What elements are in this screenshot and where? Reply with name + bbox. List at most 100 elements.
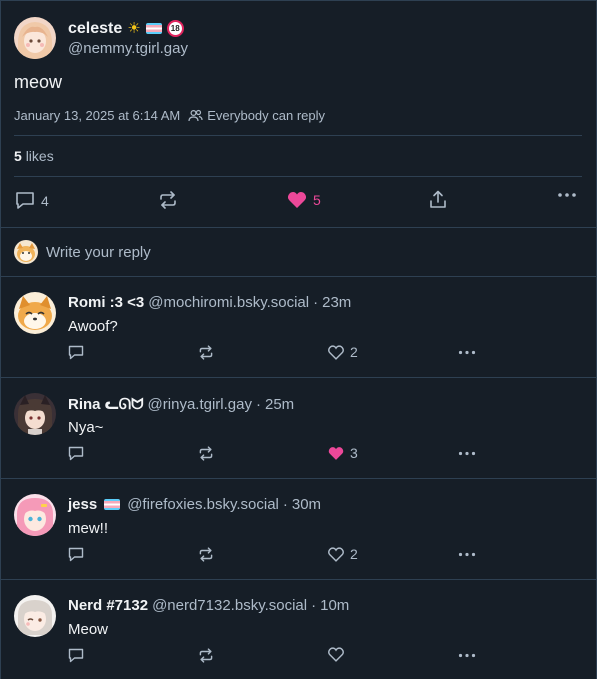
separator-dot: · [255,395,261,413]
reply-time[interactable]: 10m [320,597,349,614]
reply-post[interactable]: Rina ᓚᘏᗢ @rinya.tgirl.gay · 25m Nya~ 3 [0,378,597,479]
reply-post[interactable]: jess @firefoxies.bsky.social · 30m mew!!… [0,479,597,580]
reply-time[interactable]: 23m [322,294,351,311]
repost-button[interactable] [198,547,214,562]
ellipsis-icon [458,350,476,355]
more-options-button[interactable] [557,192,577,198]
reply-display-name[interactable]: Rina ᓚᘏᗢ [68,395,144,413]
reply-display-name[interactable]: jess [68,496,97,513]
post-timestamp: January 13, 2025 at 6:14 AM [14,108,181,123]
repost-button[interactable] [198,648,214,663]
reply-text: mew!! [68,520,109,537]
author-name-text: celeste [68,19,123,37]
sun-emoji-icon: ☀ [127,20,141,37]
people-icon [188,109,203,122]
like-button[interactable] [328,647,350,662]
reply-composer[interactable]: Write your reply [14,240,151,264]
reply-icon [68,446,84,461]
reply-post[interactable]: Nerd #7132 @nerd7132.bsky.social · 10m M… [0,580,597,679]
repost-button[interactable] [158,191,184,209]
reply-avatar[interactable] [14,494,56,536]
reply-actions [0,647,597,665]
like-count: 5 [313,192,321,208]
reply-count: 4 [41,192,49,209]
separator-dot: · [313,294,319,311]
like-count: 3 [350,445,358,461]
more-options-button[interactable] [458,451,476,456]
reply-icon [16,192,34,209]
likes-label: likes [25,148,54,164]
heart-outline-icon [328,344,344,360]
heart-filled-icon [328,446,344,460]
more-options-button[interactable] [458,350,476,355]
reply-display-name[interactable]: Nerd #7132 [68,597,148,614]
reply-display-name[interactable]: Romi :3 <3 [68,294,144,311]
reply-actions: 3 [0,445,597,463]
reply-icon [68,547,84,562]
reply-post[interactable]: Romi :3 <3 @mochiromi.bsky.social · 23m … [0,277,597,378]
repost-icon [199,648,213,663]
author-handle[interactable]: @nemmy.tgirl.gay [68,39,188,58]
no-under-18-icon: 18 [166,20,184,37]
reply-handle[interactable]: @nerd7132.bsky.social [152,597,307,614]
separator-dot: · [282,496,288,513]
likes-summary[interactable]: 5 likes [14,148,54,164]
heart-outline-icon [328,546,344,562]
repost-button[interactable] [198,345,214,360]
likes-count: 5 [14,148,22,164]
ellipsis-icon [458,451,476,456]
like-count: 2 [350,344,358,360]
ellipsis-icon [458,552,476,557]
post-actions: 4 5 [0,190,597,212]
like-button[interactable]: 5 [287,191,321,209]
reply-placeholder: Write your reply [46,243,151,261]
more-options-button[interactable] [458,552,476,557]
reply-text: Nya~ [68,419,104,436]
reply-header: Romi :3 <3 @mochiromi.bsky.social · 23m [68,294,351,311]
heart-filled-icon [287,192,307,208]
repost-button[interactable] [198,446,214,461]
reply-setting-label: Everybody can reply [207,108,326,123]
divider [0,227,597,228]
reply-setting: Everybody can reply [188,108,325,123]
trans-flag-icon [104,499,121,510]
reply-actions: 2 [0,344,597,362]
author-avatar[interactable] [14,17,56,59]
trans-flag-icon [145,23,162,34]
reply-button[interactable] [68,547,84,562]
reply-header: jess @firefoxies.bsky.social · 30m [68,496,321,513]
reply-icon [68,345,84,360]
reply-text: Awoof? [68,318,118,335]
reply-button[interactable] [68,345,84,360]
post-text: meow [14,72,63,92]
reply-time[interactable]: 25m [265,396,294,413]
reply-handle[interactable]: @mochiromi.bsky.social [148,294,309,311]
reply-avatar[interactable] [14,595,56,637]
like-button[interactable]: 3 [328,445,358,461]
reply-button[interactable] [68,446,84,461]
post-meta: January 13, 2025 at 6:14 AM Everybody ca… [14,108,325,123]
reply-time[interactable]: 30m [292,496,321,513]
like-button[interactable]: 2 [328,344,358,360]
reply-button[interactable] [68,648,84,663]
ellipsis-icon [558,193,576,197]
repost-icon [160,191,176,209]
reply-button[interactable]: 4 [15,191,49,210]
divider [14,135,582,136]
reply-avatar[interactable] [14,292,56,334]
share-button[interactable] [429,190,447,209]
more-options-button[interactable] [458,653,476,658]
author-display-name[interactable]: celeste ☀ 18 [68,19,188,39]
reply-handle[interactable]: @firefoxies.bsky.social [127,496,279,513]
reply-header: Nerd #7132 @nerd7132.bsky.social · 10m [68,597,349,614]
reply-icon [68,648,84,663]
divider [14,176,582,177]
reply-text: Meow [68,621,109,638]
post-author[interactable]: celeste ☀ 18 @nemmy.tgirl.gay [14,17,188,59]
reply-header: Rina ᓚᘏᗢ @rinya.tgirl.gay · 25m [68,395,294,414]
reply-avatar[interactable] [14,393,56,435]
repost-icon [199,345,213,360]
reply-handle[interactable]: @rinya.tgirl.gay [148,396,252,413]
share-icon [430,190,446,208]
like-button[interactable]: 2 [328,546,358,562]
